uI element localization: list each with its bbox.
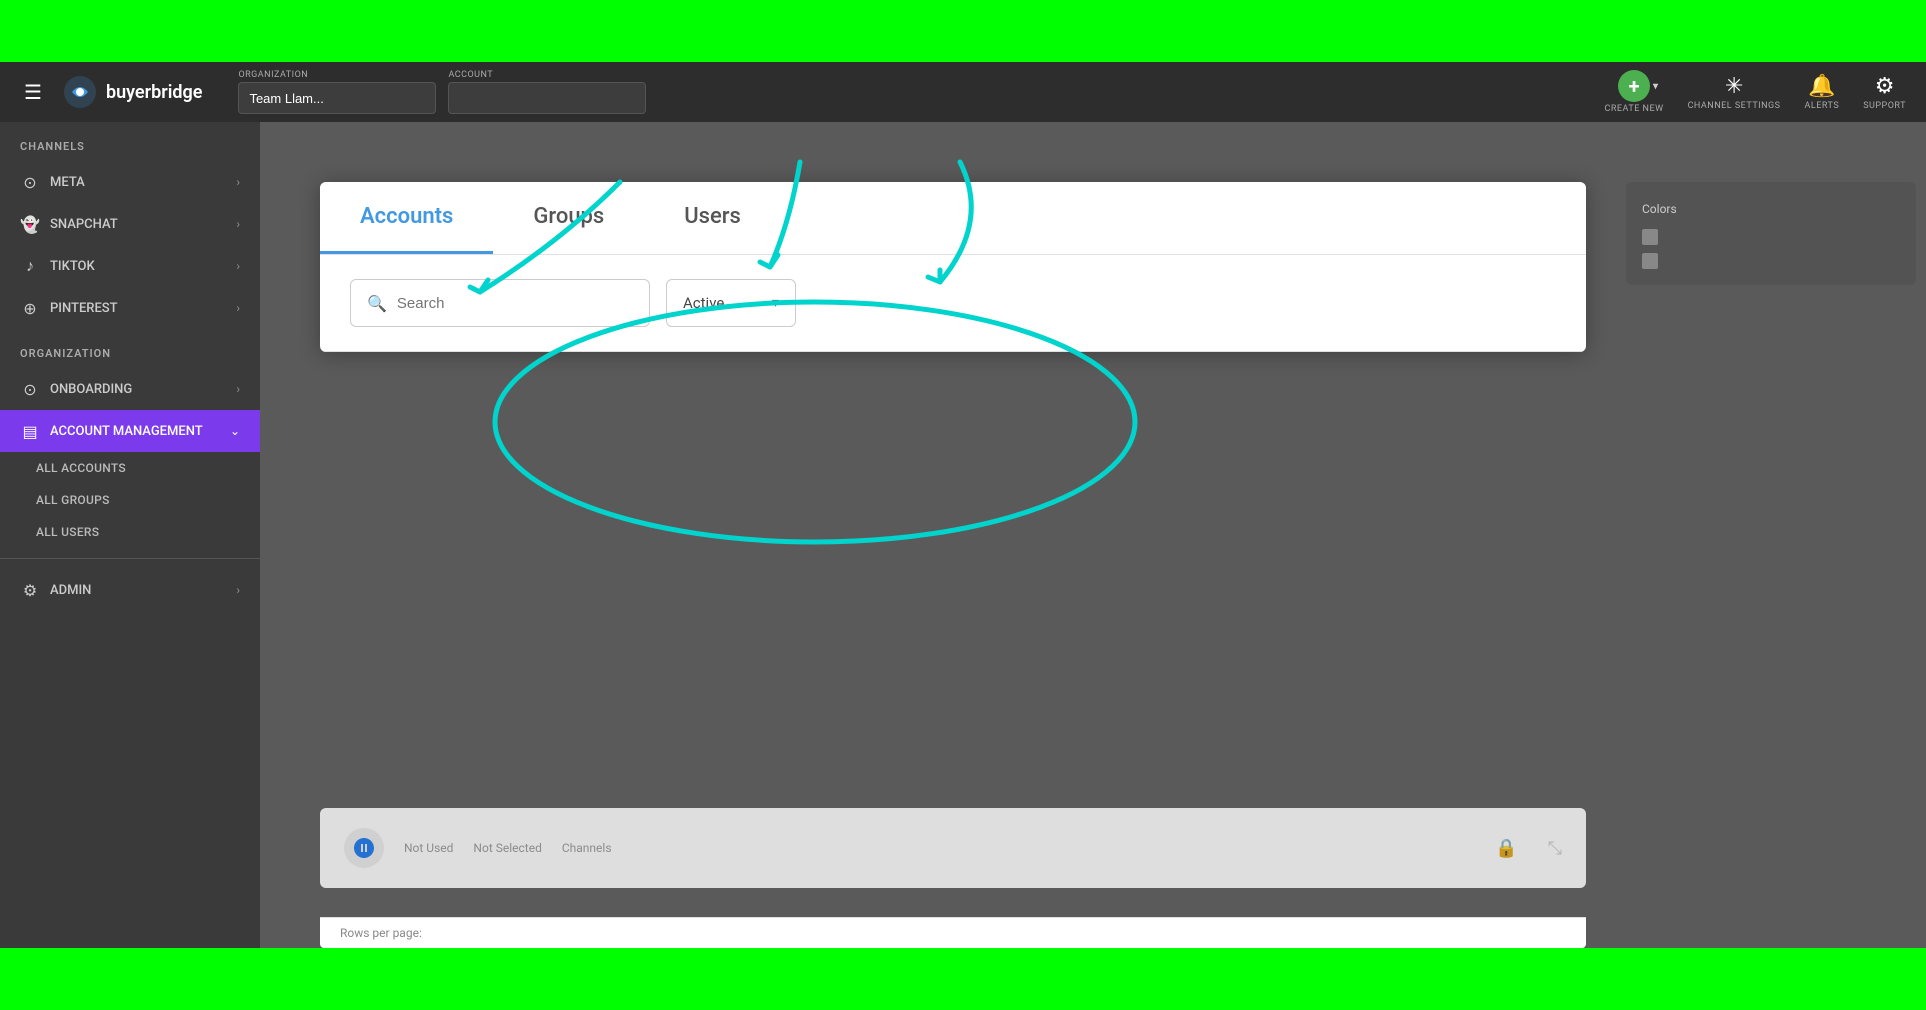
dropdown-arrow-icon: ▾ <box>772 295 779 311</box>
chevron-right-icon: › <box>236 175 240 189</box>
green-bar-top <box>0 0 1926 62</box>
hamburger-menu-icon[interactable]: ☰ <box>20 76 46 108</box>
support-icon: ⚙ <box>1875 74 1895 99</box>
onboarding-icon: ⊙ <box>20 379 40 399</box>
not-used-text: Not Used <box>404 841 453 855</box>
alerts-label: ALERTS <box>1805 101 1840 111</box>
alerts-button[interactable]: 🔔 ALERTS <box>1805 74 1840 111</box>
organization-selector-group: ORGANIZATION <box>238 70 436 114</box>
sidebar-item-pinterest[interactable]: ⊕ PINTEREST › <box>0 287 260 329</box>
filter-row: 🔍 Active ▾ <box>320 255 1586 352</box>
meta-icon: ⊙ <box>20 172 40 192</box>
search-input[interactable] <box>397 295 633 312</box>
sidebar-item-onboarding-left: ⊙ ONBOARDING <box>20 379 132 399</box>
lock-icon: 🔒 <box>1495 838 1517 859</box>
pagination-bar: Rows per page: <box>320 917 1586 948</box>
topbar-left: ☰ buyerbridge ORGANIZATION ACCOUNT <box>20 70 646 114</box>
chevron-right-snapchat-icon: › <box>236 217 240 231</box>
snapchat-icon: 👻 <box>20 214 40 234</box>
chevron-right-pinterest-icon: › <box>236 301 240 315</box>
sidebar-sub-all-groups[interactable]: ALL GROUPS <box>0 484 260 516</box>
sidebar-item-tiktok-left: ♪ TIKTOK <box>20 256 95 276</box>
org-account-selectors: ORGANIZATION ACCOUNT <box>238 70 646 114</box>
sidebar-item-account-management[interactable]: ▤ ACCOUNT MANAGEMENT ⌄ <box>0 410 260 452</box>
account-management-icon: ▤ <box>20 421 40 441</box>
colors-label: Colors <box>1642 202 1677 216</box>
sidebar-item-tiktok-label: TIKTOK <box>50 259 95 274</box>
sidebar-item-snapchat-label: SNAPCHAT <box>50 217 118 232</box>
tab-users[interactable]: Users <box>644 182 781 254</box>
support-label: SUPPORT <box>1863 101 1906 111</box>
sidebar-divider <box>0 558 260 559</box>
sidebar-item-meta-left: ⊙ META <box>20 172 85 192</box>
green-bar-bottom <box>0 948 1926 1010</box>
account-selector-group: ACCOUNT <box>448 70 646 114</box>
account-input[interactable] <box>448 82 646 114</box>
organization-section-label: ORGANIZATION <box>0 329 260 368</box>
right-panel: Colors <box>1626 182 1916 285</box>
meta-channel-icon <box>344 828 384 868</box>
sidebar-item-onboarding[interactable]: ⊙ ONBOARDING › <box>0 368 260 410</box>
sidebar-item-admin-left: ⚙ ADMIN <box>20 580 91 600</box>
sidebar-item-tiktok[interactable]: ♪ TIKTOK › <box>0 245 260 287</box>
tabs-row: Accounts Groups Users <box>320 182 1586 255</box>
tiktok-icon: ♪ <box>20 256 40 276</box>
sidebar-item-account-mgmt-label: ACCOUNT MANAGEMENT <box>50 424 203 439</box>
channels-text: Channels <box>562 841 612 855</box>
organization-input[interactable] <box>238 82 436 114</box>
sidebar-sub-all-accounts[interactable]: ALL ACCOUNTS <box>0 452 260 484</box>
channel-settings-button[interactable]: ✳ CHANNEL SETTINGS <box>1688 74 1781 111</box>
channel-settings-label: CHANNEL SETTINGS <box>1688 101 1781 111</box>
channels-section-label: CHANNELS <box>0 122 260 161</box>
logo-icon <box>62 74 98 110</box>
color-swatch-2 <box>1642 253 1658 269</box>
chevron-right-tiktok-icon: › <box>236 259 240 273</box>
search-box: 🔍 <box>350 279 650 327</box>
pinterest-icon: ⊕ <box>20 298 40 318</box>
status-dropdown-label: Active <box>683 294 724 312</box>
sidebar-item-meta[interactable]: ⊙ META › <box>0 161 260 203</box>
topbar: ☰ buyerbridge ORGANIZATION ACCOUNT <box>0 62 1926 122</box>
create-new-label: CREATE NEW <box>1605 104 1664 114</box>
channel-settings-icon: ✳ <box>1725 74 1743 99</box>
status-dropdown[interactable]: Active ▾ <box>666 279 796 327</box>
create-new-button[interactable]: + CREATE NEW <box>1605 70 1664 114</box>
background-table-row: Not Used Not Selected Channels 🔒 ⤡ <box>320 808 1586 888</box>
sidebar-item-snapchat[interactable]: 👻 SNAPCHAT › <box>0 203 260 245</box>
chevron-down-account-mgmt-icon: ⌄ <box>230 424 240 438</box>
expand-icon: ⤡ <box>1548 838 1562 859</box>
sidebar-item-meta-label: META <box>50 175 85 190</box>
account-label: ACCOUNT <box>448 70 646 80</box>
not-selected-text: Not Selected <box>473 841 541 855</box>
sidebar-item-admin[interactable]: ⚙ ADMIN › <box>0 569 260 611</box>
org-label: ORGANIZATION <box>238 70 436 80</box>
app-wrapper: ☰ buyerbridge ORGANIZATION ACCOUNT <box>0 62 1926 948</box>
sidebar-item-account-mgmt-left: ▤ ACCOUNT MANAGEMENT <box>20 421 203 441</box>
main-panel: Accounts Groups Users 🔍 <box>320 182 1586 352</box>
sidebar-item-pinterest-label: PINTEREST <box>50 301 118 316</box>
pagination-rows-label: Rows per page: <box>340 926 422 940</box>
search-icon: 🔍 <box>367 294 387 313</box>
chevron-right-admin-icon: › <box>236 583 240 597</box>
sidebar-sub-all-users[interactable]: ALL USERS <box>0 516 260 548</box>
support-button[interactable]: ⚙ SUPPORT <box>1863 74 1906 111</box>
create-new-circle-icon: + <box>1618 70 1650 102</box>
sidebar-item-onboarding-label: ONBOARDING <box>50 382 132 397</box>
sidebar-item-admin-label: ADMIN <box>50 583 91 598</box>
sidebar: CHANNELS ⊙ META › 👻 SNAPCHAT › ♪ TIKTOK <box>0 122 260 948</box>
topbar-right: + CREATE NEW ✳ CHANNEL SETTINGS 🔔 ALERTS… <box>1605 70 1907 114</box>
chevron-right-onboarding-icon: › <box>236 382 240 396</box>
tab-accounts[interactable]: Accounts <box>320 182 493 254</box>
main-content: CHANNELS ⊙ META › 👻 SNAPCHAT › ♪ TIKTOK <box>0 122 1926 948</box>
sidebar-item-pinterest-left: ⊕ PINTEREST <box>20 298 118 318</box>
admin-gear-icon: ⚙ <box>20 580 40 600</box>
logo-area: buyerbridge <box>62 74 203 110</box>
alerts-icon: 🔔 <box>1808 74 1835 99</box>
sidebar-item-snapchat-left: 👻 SNAPCHAT <box>20 214 118 234</box>
tab-groups[interactable]: Groups <box>493 182 644 254</box>
content-area: Accounts Groups Users 🔍 <box>260 122 1926 948</box>
brand-name: buyerbridge <box>106 82 203 103</box>
color-swatch-1 <box>1642 229 1658 245</box>
